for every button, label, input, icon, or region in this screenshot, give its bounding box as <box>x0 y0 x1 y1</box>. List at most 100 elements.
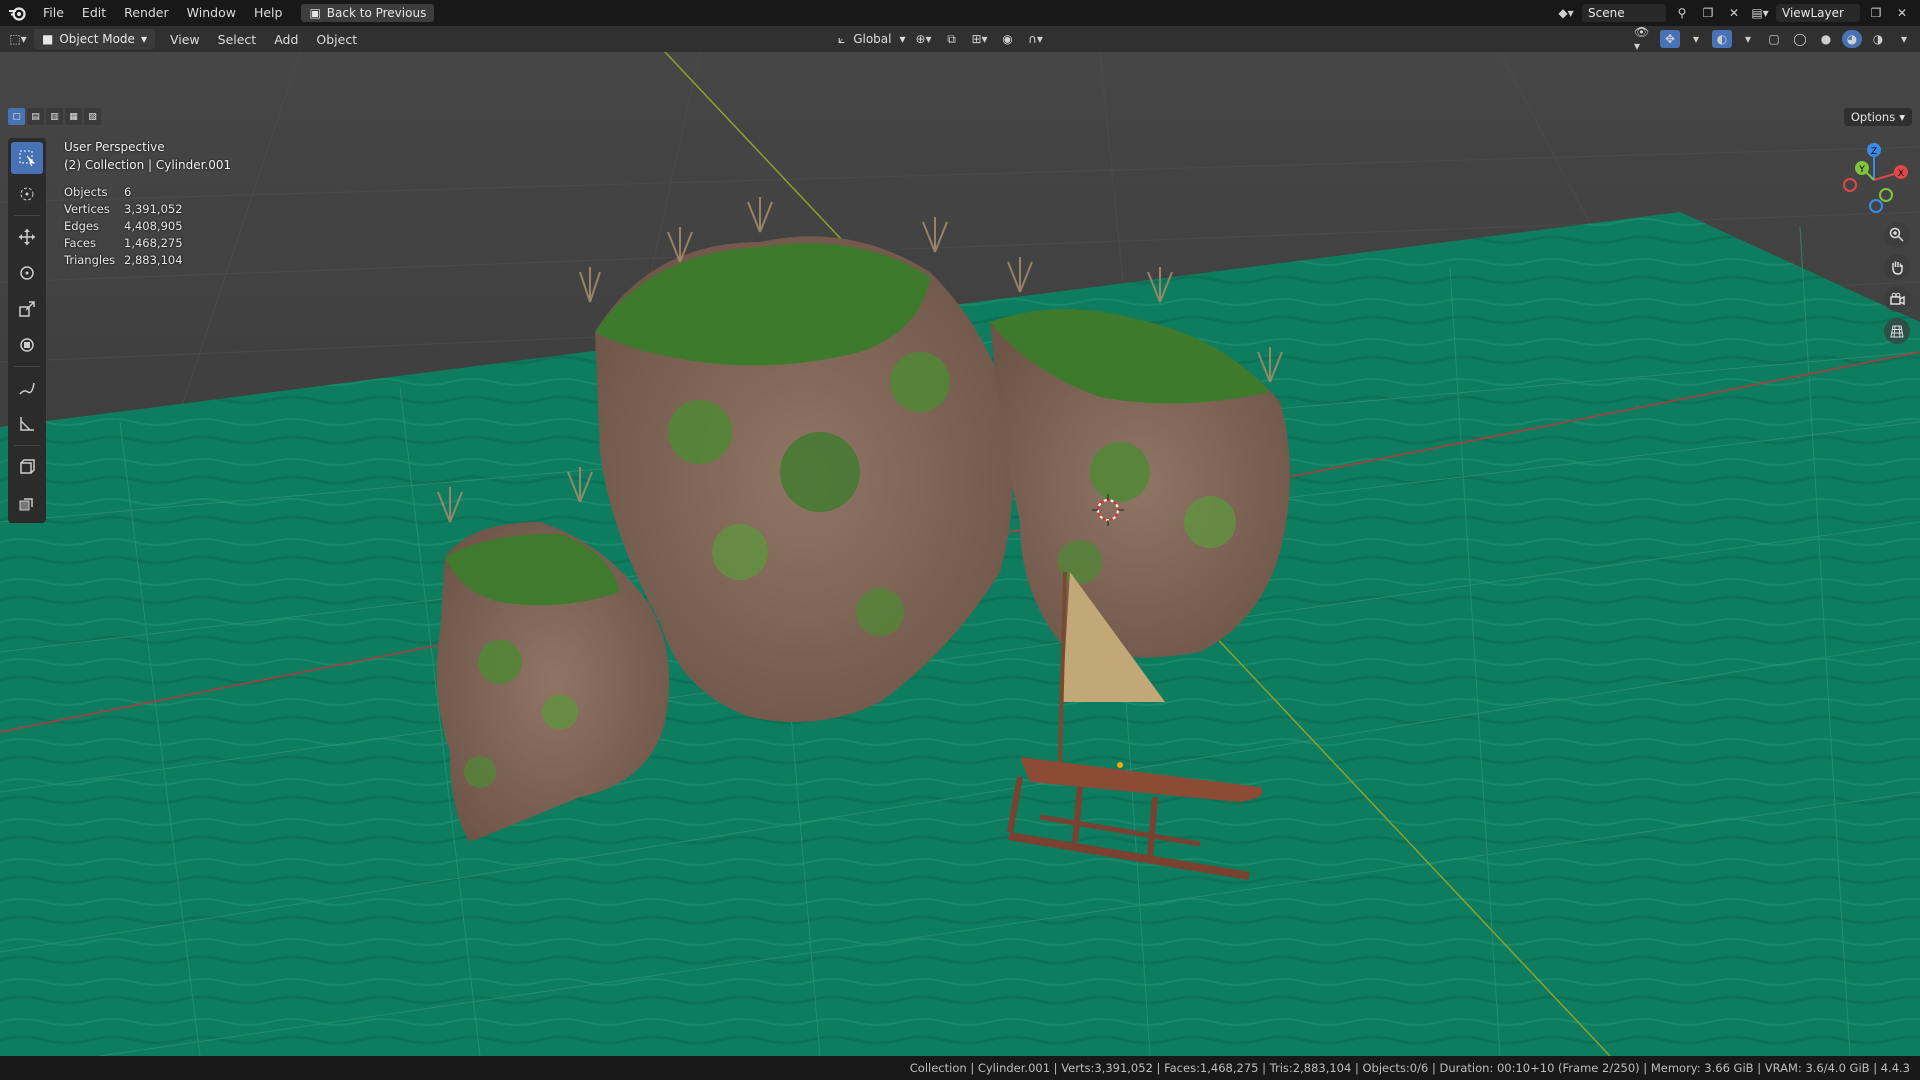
viewport-display-tools: 👁▾ ✥ ▾ ◐ ▾ ▢ ◯ ● ◕ ◑ ▾ <box>1634 25 1914 53</box>
proportional-edit-icon[interactable]: ◉ <box>998 30 1018 48</box>
select-extend-icon[interactable]: ▤ <box>27 108 44 125</box>
stat-row: Faces 1,468,275 <box>64 235 183 252</box>
rotate-tool-icon[interactable] <box>11 257 43 289</box>
move-tool-icon[interactable] <box>11 221 43 253</box>
select-box-tool-icon[interactable] <box>11 142 43 174</box>
wireframe-shading-icon[interactable]: ◯ <box>1790 30 1810 48</box>
stat-value: 6 <box>124 185 132 199</box>
zoom-icon[interactable] <box>1884 222 1910 248</box>
menu-object[interactable]: Object <box>307 32 366 47</box>
scene-name-field[interactable]: Scene <box>1582 4 1666 22</box>
selection-mode-buttons: ▢ ▤ ▥ ▦ ▧ <box>8 108 101 125</box>
extrude-tool-icon[interactable] <box>11 487 43 519</box>
scene-browse-icon[interactable]: ◆▾ <box>1556 4 1576 22</box>
mode-label: Object Mode <box>59 32 135 46</box>
viewlayer-browse-icon[interactable]: ▤▾ <box>1750 4 1770 22</box>
menu-render[interactable]: Render <box>115 0 178 26</box>
perspective-toggle-icon[interactable] <box>1884 318 1910 344</box>
gizmo-neg-z[interactable] <box>1869 199 1883 213</box>
pan-hand-icon[interactable] <box>1884 254 1910 280</box>
options-label: Options <box>1850 110 1896 124</box>
add-cube-tool-icon[interactable] <box>11 451 43 483</box>
solid-shading-icon[interactable]: ● <box>1816 30 1836 48</box>
stat-label: Edges <box>64 219 99 233</box>
chevron-down-icon[interactable]: ▾ <box>1894 30 1914 48</box>
snap-icon[interactable]: ⧉ <box>942 30 962 48</box>
visibility-icon[interactable]: 👁▾ <box>1634 25 1654 53</box>
status-bar: Collection | Cylinder.001 | Verts:3,391,… <box>0 1056 1920 1080</box>
editor-type-icon[interactable]: ⬚▾ <box>8 30 28 48</box>
stat-label: Triangles <box>64 253 116 267</box>
stat-value: 3,391,052 <box>124 202 183 216</box>
new-view-layer-icon[interactable]: ❐ <box>1866 4 1886 22</box>
menu-file[interactable]: File <box>34 0 73 26</box>
orientation-icon: ⟀ <box>838 31 846 46</box>
pivot-icon[interactable]: ⊕▾ <box>914 30 934 48</box>
menu-window[interactable]: Window <box>178 0 245 26</box>
scale-tool-icon[interactable] <box>11 293 43 325</box>
stat-row: Edges 4,408,905 <box>64 218 183 235</box>
options-button[interactable]: Options ▾ <box>1843 108 1912 126</box>
back-to-previous-label: Back to Previous <box>326 6 427 20</box>
3d-viewport[interactable]: ▢ ▤ ▥ ▦ ▧ Options ▾ User Perspective (2)… <box>0 52 1920 1056</box>
stat-label: Vertices <box>64 202 110 216</box>
rendered-shading-icon[interactable]: ◑ <box>1868 30 1888 48</box>
menu-edit[interactable]: Edit <box>73 0 115 26</box>
snap-target-icon[interactable]: ⊞▾ <box>970 30 990 48</box>
stat-label: Faces <box>64 236 96 250</box>
select-intersect-icon[interactable]: ▧ <box>84 108 101 125</box>
orientation-select[interactable]: Global <box>853 32 891 46</box>
select-new-icon[interactable]: ▢ <box>8 108 25 125</box>
select-invert-icon[interactable]: ▦ <box>65 108 82 125</box>
gizmo-neg-y[interactable] <box>1879 188 1893 202</box>
stat-row: Objects 6 <box>64 184 183 201</box>
scene-render <box>0 52 1920 1056</box>
chevron-down-icon[interactable]: ▾ <box>1738 30 1758 48</box>
navigation-gizmo[interactable]: Z X Y <box>1834 140 1914 220</box>
stat-row: Vertices 3,391,052 <box>64 201 183 218</box>
view-layer-field[interactable]: ViewLayer <box>1776 4 1860 22</box>
tool-shelf <box>8 138 46 523</box>
transform-tools: ⟀ Global ▾ ⊕▾ ⧉ ⊞▾ ◉ ∩▾ <box>838 26 1046 52</box>
view-layer-name: ViewLayer <box>1782 6 1844 20</box>
new-scene-icon[interactable]: ❐ <box>1698 4 1718 22</box>
stat-value: 1,468,275 <box>124 236 183 250</box>
material-shading-icon[interactable]: ◕ <box>1842 30 1862 48</box>
viewport-header: ⬚▾ ■ Object Mode ▾ View Select Add Objec… <box>0 25 1920 53</box>
stat-value: 4,408,905 <box>124 219 183 233</box>
annotate-tool-icon[interactable] <box>11 372 43 404</box>
stat-label: Objects <box>64 185 108 199</box>
stat-value: 2,883,104 <box>124 253 183 267</box>
xray-icon[interactable]: ▢ <box>1764 30 1784 48</box>
back-to-previous-button[interactable]: ▣ Back to Previous <box>301 4 435 22</box>
pin-icon[interactable]: ⚲ <box>1672 4 1692 22</box>
delete-view-layer-icon[interactable]: ✕ <box>1892 4 1912 22</box>
top-menu-bar: File Edit Render Window Help ▣ Back to P… <box>0 0 1920 27</box>
camera-view-icon[interactable] <box>1884 286 1910 312</box>
transform-tool-icon[interactable] <box>11 329 43 361</box>
chevron-down-icon[interactable]: ▾ <box>1686 30 1706 48</box>
menu-select[interactable]: Select <box>209 32 266 47</box>
scene-statistics: Objects 6 Vertices 3,391,052 Edges 4,408… <box>64 184 183 269</box>
object-mode-icon: ■ <box>42 32 54 46</box>
menu-help[interactable]: Help <box>245 0 292 26</box>
measure-tool-icon[interactable] <box>11 408 43 440</box>
chevron-down-icon: ▾ <box>1899 110 1905 124</box>
toolbar-divider <box>14 445 40 446</box>
gizmo-x-label: X <box>1898 169 1904 179</box>
gizmo-toggle-icon[interactable]: ✥ <box>1660 30 1680 48</box>
navigation-buttons <box>1884 222 1910 344</box>
blender-logo-icon[interactable] <box>0 0 34 26</box>
falloff-icon[interactable]: ∩▾ <box>1026 30 1046 48</box>
gizmo-neg-x[interactable] <box>1843 178 1857 192</box>
menu-view[interactable]: View <box>161 32 209 47</box>
toolbar-divider <box>14 366 40 367</box>
select-subtract-icon[interactable]: ▥ <box>46 108 63 125</box>
mode-select[interactable]: ■ Object Mode ▾ <box>34 29 155 49</box>
menu-add[interactable]: Add <box>265 32 307 47</box>
cursor-tool-icon[interactable] <box>11 178 43 210</box>
status-bar-text: Collection | Cylinder.001 | Verts:3,391,… <box>909 1061 1910 1075</box>
screen-icon: ▣ <box>309 6 321 20</box>
overlays-toggle-icon[interactable]: ◐ <box>1712 30 1732 48</box>
delete-scene-icon[interactable]: ✕ <box>1724 4 1744 22</box>
